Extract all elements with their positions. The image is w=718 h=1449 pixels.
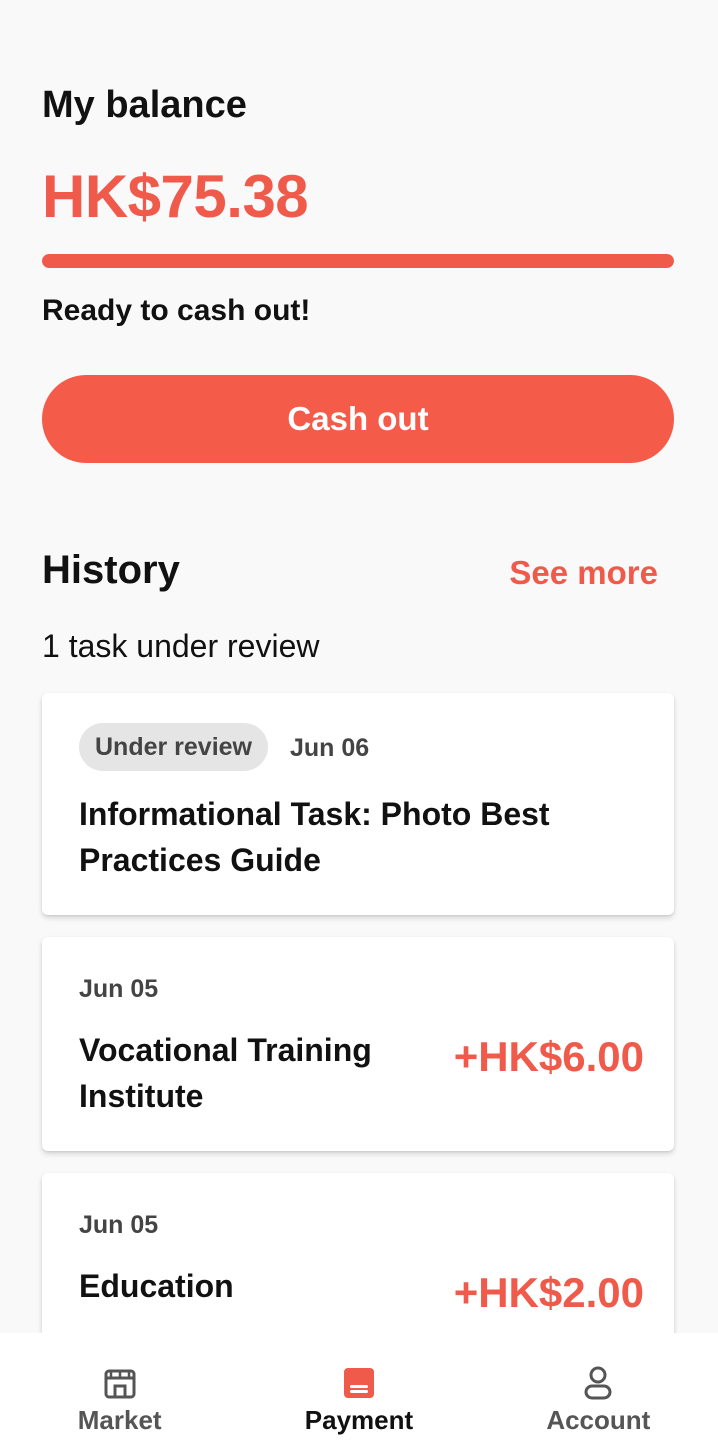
nav-label: Payment (304, 1405, 414, 1435)
nav-label: Market (77, 1405, 162, 1435)
balance-amount: HK$75.38 (42, 163, 309, 230)
cashout-progress-fill (42, 254, 674, 268)
history-item[interactable]: Jun 05 Vocational Training Institute +HK… (42, 937, 674, 1151)
history-item[interactable]: Under review Jun 06 Informational Task: … (42, 693, 674, 915)
bottom-nav: Market Payment Account (0, 1333, 718, 1449)
store-icon (104, 1369, 136, 1399)
history-item-title: Education (79, 1268, 234, 1304)
nav-label: Account (546, 1405, 651, 1435)
history-item-date: Jun 06 (290, 734, 370, 762)
history-item-title: Informational Task: Photo Best Practices… (79, 796, 550, 878)
nav-item-market[interactable]: Market (0, 1333, 239, 1449)
wallet-icon (343, 1368, 374, 1398)
cashout-status-text: Ready to cash out! (42, 294, 311, 327)
nav-item-payment[interactable]: Payment (239, 1333, 478, 1449)
cash-out-button[interactable]: Cash out (42, 375, 674, 463)
review-count-text: 1 task under review (42, 628, 320, 664)
history-item-date: Jun 05 (79, 975, 159, 1003)
person-icon (584, 1366, 612, 1400)
status-badge: Under review (79, 723, 269, 771)
payment-screen: My balance HK$75.38 Ready to cash out! C… (0, 0, 718, 1449)
history-item-title: Vocational Training Institute (79, 1032, 372, 1114)
see-more-link[interactable]: See more (509, 554, 658, 592)
balance-title: My balance (42, 84, 247, 126)
cashout-progress-bar (42, 254, 674, 268)
history-title: History (42, 548, 180, 592)
history-item-date: Jun 05 (79, 1211, 159, 1239)
history-item-amount: +HK$2.00 (453, 1269, 644, 1316)
history-item-amount: +HK$6.00 (453, 1033, 644, 1080)
nav-item-account[interactable]: Account (479, 1333, 718, 1449)
